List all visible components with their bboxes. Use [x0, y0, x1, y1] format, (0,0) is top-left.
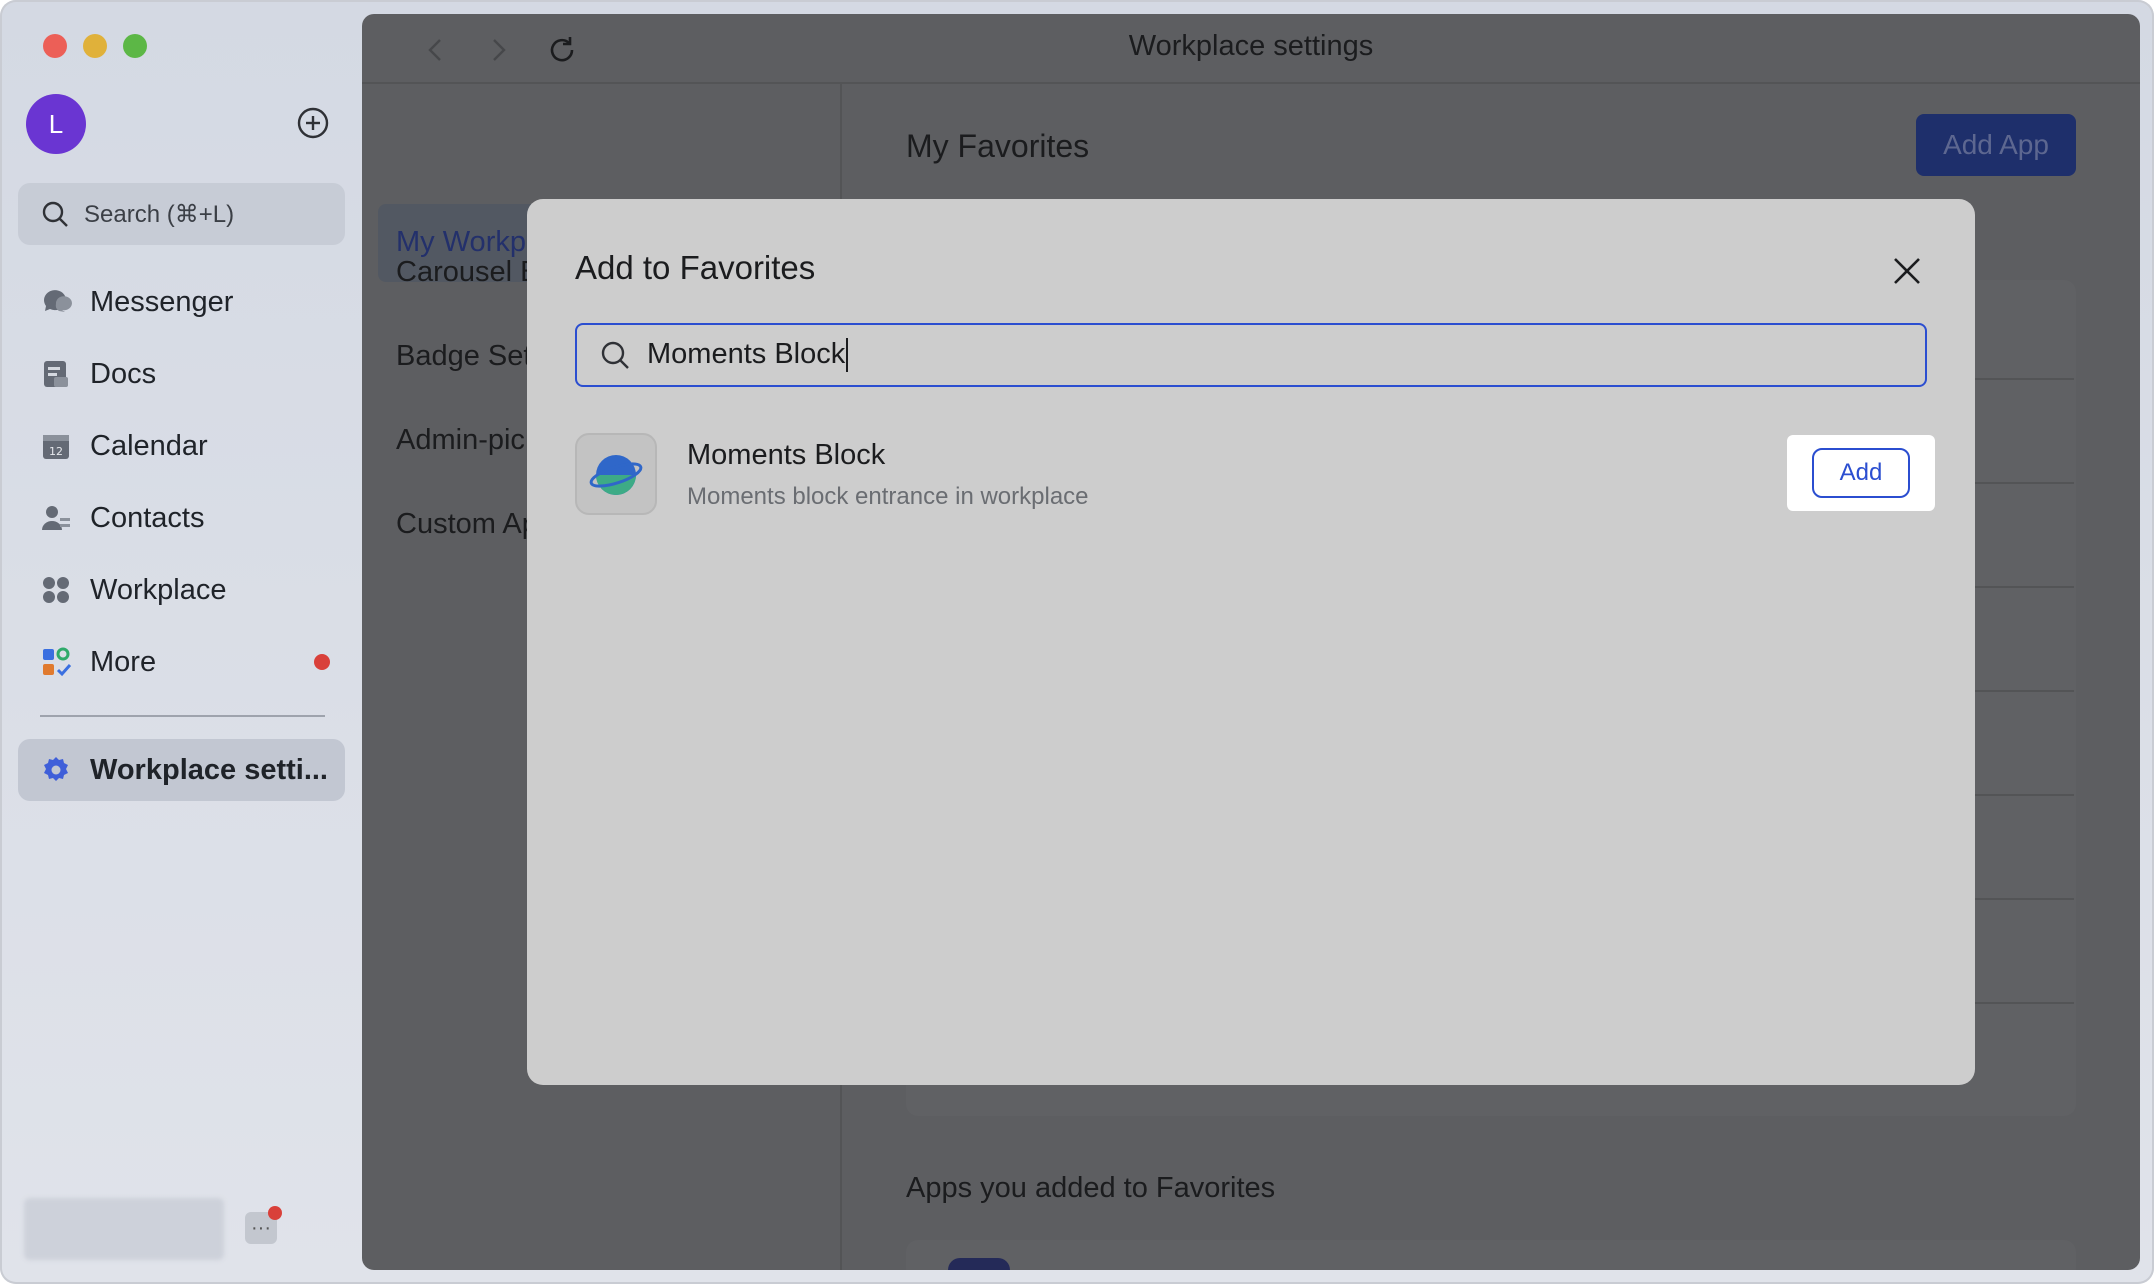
settings-nav-item-carousel[interactable]: Carousel B	[396, 256, 539, 289]
section-title: My Favorites	[906, 128, 1090, 164]
sidebar-item-workplace[interactable]: Workplace	[18, 559, 345, 621]
add-circle-icon[interactable]	[296, 106, 330, 140]
planet-icon	[575, 433, 657, 515]
app-window: L Search (⌘+L) Messenger Docs 12 Calenda…	[0, 0, 2154, 1284]
minimize-window-button[interactable]	[83, 34, 107, 58]
result-title: Moments Block	[687, 439, 886, 471]
sidebar-divider	[40, 715, 325, 717]
sidebar-item-docs[interactable]: Docs	[18, 343, 345, 405]
notification-badge	[268, 1206, 282, 1220]
add-app-button[interactable]: Add App	[1916, 114, 2076, 176]
search-value: Moments Block	[647, 338, 849, 373]
more-apps-icon	[40, 646, 72, 678]
sidebar-item-contacts[interactable]: Contacts	[18, 487, 345, 549]
global-search[interactable]: Search (⌘+L)	[18, 183, 345, 245]
search-placeholder: Search (⌘+L)	[84, 200, 235, 228]
search-icon	[601, 341, 629, 369]
settings-nav-item-admin-picked[interactable]: Admin-pic	[396, 424, 525, 457]
settings-nav-item-custom-apps[interactable]: Custom Ap	[396, 508, 538, 541]
add-button[interactable]: Add	[1812, 448, 1910, 498]
sidebar-item-more[interactable]: More	[18, 631, 345, 693]
gear-icon	[40, 754, 72, 786]
calendar-icon: 12	[40, 430, 72, 462]
window-title: Workplace settings	[1128, 30, 1374, 62]
svg-text:12: 12	[49, 445, 63, 458]
user-status-area[interactable]	[24, 1198, 224, 1260]
close-icon[interactable]	[1889, 253, 1925, 289]
add-to-favorites-dialog: Add to Favorites Moments Block Moments B…	[527, 199, 1975, 1085]
maximize-window-button[interactable]	[123, 34, 147, 58]
sidebar-item-workplace-settings[interactable]: Workplace setti...	[18, 739, 345, 801]
sidebar-item-calendar[interactable]: 12 Calendar	[18, 415, 345, 477]
settings-nav-item-badge[interactable]: Badge Set	[396, 340, 531, 373]
add-button-highlight: Add	[1787, 435, 1935, 511]
added-apps-list	[906, 1240, 2076, 1270]
docs-icon	[40, 358, 72, 390]
text-cursor	[846, 338, 849, 373]
app-icon	[948, 1258, 1010, 1270]
close-window-button[interactable]	[43, 34, 67, 58]
title-bar: Workplace settings	[362, 14, 2140, 84]
result-description: Moments block entrance in workplace	[687, 483, 1089, 510]
notification-badge	[314, 654, 330, 670]
apps-added-title: Apps you added to Favorites	[906, 1172, 1276, 1204]
dialog-title: Add to Favorites	[575, 249, 816, 286]
messenger-icon	[40, 286, 72, 318]
app-search-input[interactable]: Moments Block	[575, 323, 1927, 387]
contacts-icon	[40, 502, 72, 534]
avatar[interactable]: L	[26, 94, 86, 154]
search-icon	[42, 201, 68, 227]
sidebar-item-messenger[interactable]: Messenger	[18, 271, 345, 333]
workplace-icon	[40, 574, 72, 606]
